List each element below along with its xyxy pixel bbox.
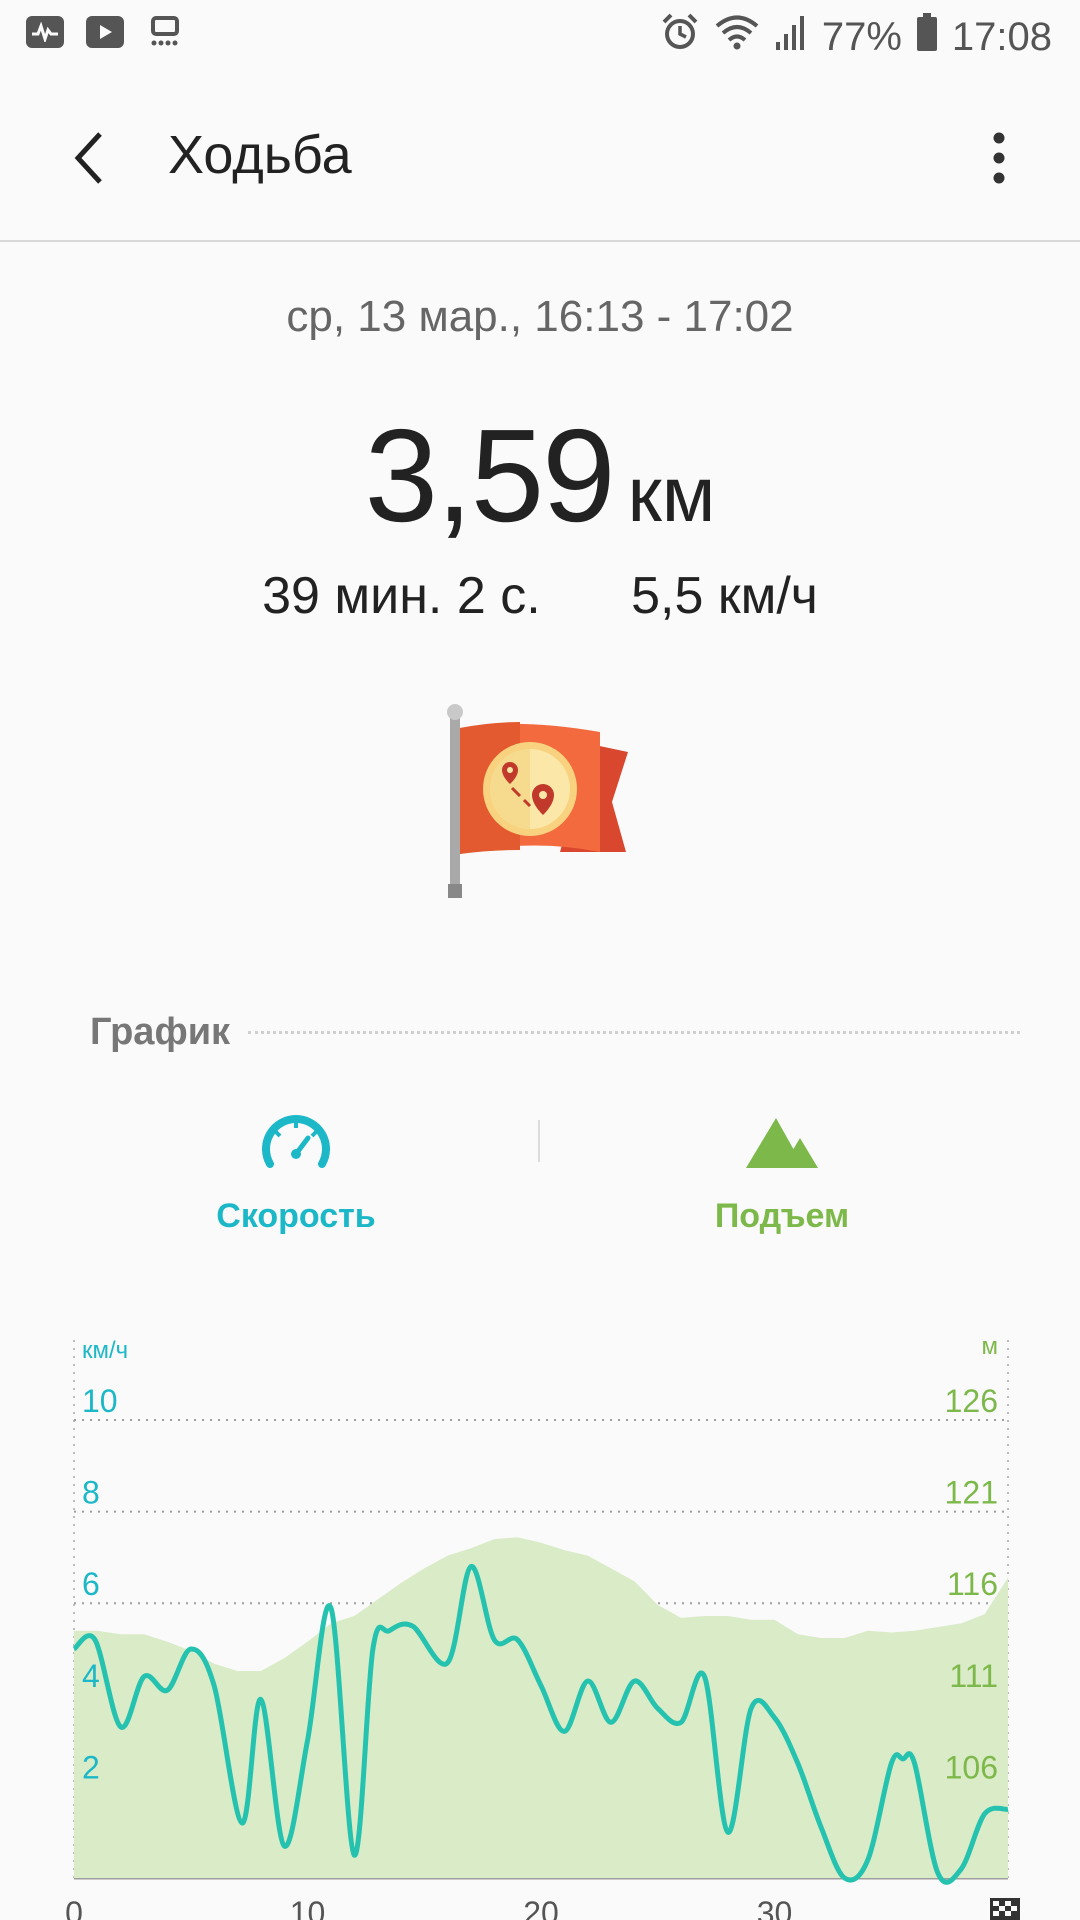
distance-display: 3,59 км	[0, 400, 1080, 551]
notification-icons	[26, 16, 184, 48]
youtube-icon	[86, 16, 124, 48]
speedometer-icon	[262, 1115, 330, 1168]
graph-section-header: График	[90, 1010, 1020, 1054]
app-bar: Ходьба	[0, 76, 1080, 242]
duration-value: 39 мин. 2 с.	[262, 567, 541, 625]
tab-elevation-label: Подъем	[714, 1197, 850, 1235]
tab-speed[interactable]: Скорость	[146, 1108, 446, 1236]
status-bar: 77% 17:08	[0, 0, 1080, 76]
workout-date-range: ср, 13 мар., 16:13 - 17:02	[286, 292, 794, 341]
y-left-axis-label: км/ч	[82, 1337, 128, 1364]
battery-icon	[916, 12, 938, 62]
wifi-icon	[714, 12, 760, 62]
battery-percent: 77%	[821, 14, 902, 59]
health-icon	[26, 16, 64, 48]
workout-substats: 39 мин. 2 с. 5,5 км/ч	[0, 566, 1080, 626]
x-tick-label: 30	[757, 1895, 793, 1920]
y-left-tick-label: 10	[82, 1383, 118, 1419]
elevation-area	[74, 1537, 1008, 1878]
system-status: 77% 17:08	[660, 12, 1052, 62]
y-left-tick-label: 8	[82, 1475, 100, 1511]
y-right-tick-label: 111	[949, 1658, 998, 1694]
y-left-tick-label: 4	[82, 1658, 100, 1694]
y-right-tick-label: 121	[945, 1475, 998, 1511]
tab-elevation[interactable]: Подъем	[632, 1108, 932, 1236]
tab-speed-label: Скорость	[216, 1197, 376, 1235]
x-tick-label: 20	[523, 1895, 559, 1920]
y-right-tick-label: 126	[945, 1383, 998, 1419]
y-right-tick-label: 116	[947, 1566, 998, 1602]
tab-divider	[538, 1120, 540, 1162]
page-title: Ходьба	[168, 125, 352, 185]
mountain-icon	[746, 1118, 818, 1168]
back-arrow-icon	[74, 132, 102, 184]
back-button[interactable]	[62, 126, 126, 190]
route-flag-icon	[447, 704, 628, 898]
y-right-tick-label: 106	[945, 1749, 998, 1785]
game-icon	[146, 16, 184, 48]
section-title: График	[90, 1010, 231, 1053]
y-left-tick-label: 6	[82, 1566, 100, 1602]
clock: 17:08	[951, 14, 1052, 59]
avg-speed-value: 5,5 км/ч	[631, 567, 818, 625]
y-right-axis-label: м	[982, 1333, 999, 1360]
distance-unit: км	[627, 450, 716, 538]
distance-value: 3,59	[364, 402, 616, 549]
more-vert-icon	[993, 132, 1005, 184]
y-left-tick-label: 2	[82, 1749, 100, 1785]
x-tick-label: 0	[65, 1895, 83, 1920]
x-tick-label: 10	[290, 1895, 326, 1920]
alarm-icon	[660, 12, 700, 62]
signal-icon	[774, 12, 808, 62]
more-options-button[interactable]	[974, 126, 1024, 190]
section-divider	[248, 1030, 1020, 1034]
finish-flag-icon	[990, 1898, 1020, 1920]
speed-elevation-chart: 10 126 8 121 6 116 4 111 2 106 0 10 20 30 км/ч м	[65, 1333, 1020, 1920]
